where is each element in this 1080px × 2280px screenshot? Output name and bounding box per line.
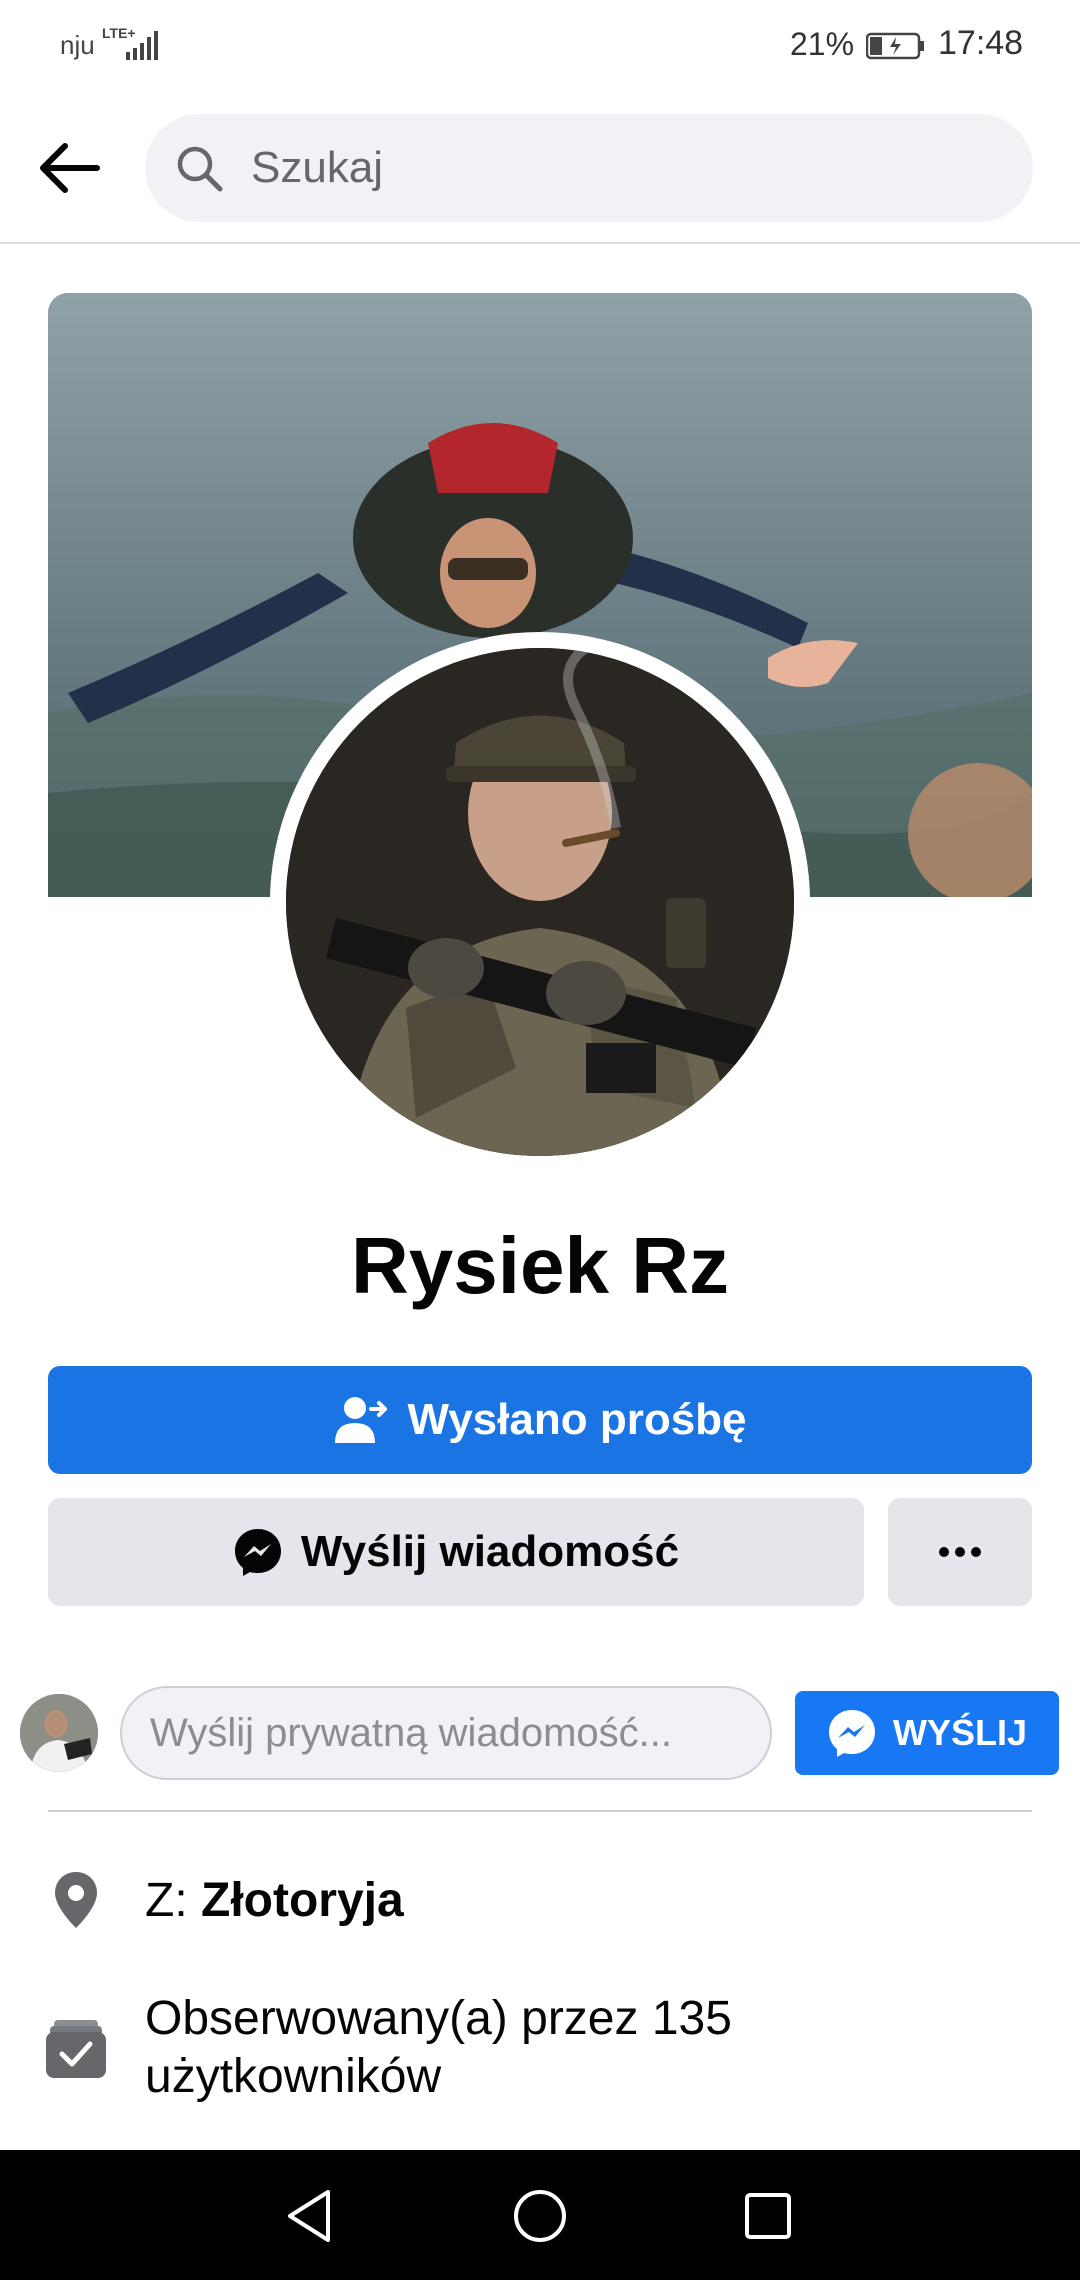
user-avatar-image	[20, 1694, 98, 1772]
send-message-label: Wyślij wiadomość	[300, 1527, 680, 1576]
info-followers: Obserwowany(a) przez 135 użytkowników	[0, 1990, 1080, 2114]
private-message-field[interactable]	[120, 1686, 772, 1780]
section-divider	[48, 1810, 1032, 1812]
search-input[interactable]	[251, 114, 991, 222]
more-dots-icon	[939, 1547, 981, 1557]
nav-back-button[interactable]	[272, 2178, 348, 2254]
battery-percent: 21%	[790, 26, 855, 62]
clock: 17:48	[938, 24, 1024, 62]
followers-line-2: użytkowników	[145, 2050, 442, 2103]
info-location: Z: Złotoryja	[0, 1866, 1080, 1936]
friend-request-sent-button[interactable]: Wysłano prośbę	[48, 1366, 1032, 1474]
battery-icon	[866, 32, 924, 60]
followers-text: Obserwowany(a) przez 135 użytkowników	[145, 1990, 732, 2106]
nav-recents-button[interactable]	[730, 2178, 806, 2254]
followers-check-icon	[46, 2020, 106, 2078]
top-navigation	[0, 92, 1080, 244]
circle-home-icon	[514, 2190, 566, 2242]
profile-avatar-image	[286, 648, 794, 1156]
system-navigation-bar	[0, 2150, 1080, 2280]
status-bar: nju LTE+ 21% 17:48	[0, 0, 1080, 92]
location-text: Z: Złotoryja	[145, 1872, 404, 1930]
location-value: Złotoryja	[201, 1874, 404, 1927]
back-button[interactable]	[32, 132, 104, 204]
map-pin-icon	[55, 1872, 97, 1928]
profile-avatar[interactable]	[286, 648, 794, 1156]
followers-line-1: Obserwowany(a) przez 135	[145, 1992, 732, 2045]
private-message-input[interactable]	[122, 1688, 770, 1778]
send-message-button[interactable]: Wyślij wiadomość	[48, 1498, 864, 1606]
send-private-message-label: WYŚLIJ	[892, 1712, 1027, 1753]
triangle-back-icon	[288, 2190, 330, 2242]
profile-name: Rysiek Rz	[351, 1221, 729, 1310]
square-recents-icon	[745, 2193, 791, 2239]
user-avatar	[20, 1694, 98, 1772]
location-prefix: Z:	[145, 1874, 188, 1927]
signal-icon	[126, 31, 158, 60]
send-private-message-button[interactable]: WYŚLIJ	[795, 1691, 1059, 1775]
nav-home-button[interactable]	[502, 2178, 578, 2254]
messenger-icon	[828, 1710, 875, 1757]
more-options-button[interactable]	[888, 1498, 1032, 1606]
search-icon	[177, 146, 223, 192]
person-arrow-icon	[335, 1397, 388, 1443]
friend-request-sent-label: Wysłano prośbę	[407, 1395, 747, 1444]
arrow-left-icon	[40, 143, 100, 193]
carrier-label: nju	[60, 30, 95, 60]
search-bar[interactable]	[145, 114, 1033, 222]
messenger-icon	[234, 1529, 281, 1576]
